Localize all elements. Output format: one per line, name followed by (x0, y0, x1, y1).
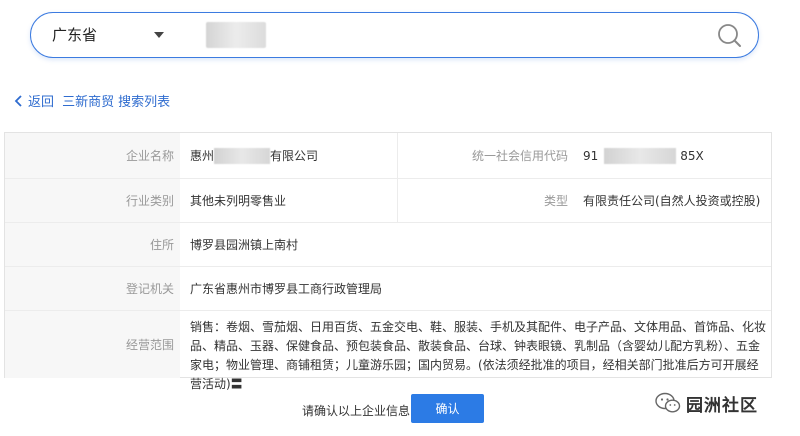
breadcrumb: 返回 三新商贸 搜索列表 (13, 91, 170, 110)
company-info-table: 企业名称 惠州 有限公司 统一社会信用代码 91 85X 行业类别 其他未列明零售业… (4, 132, 772, 391)
company-crumb[interactable]: 三新商贸 (62, 95, 114, 110)
search-input[interactable] (206, 22, 266, 48)
industry-value: 其他未列明零售业 (190, 194, 287, 208)
address-value: 博罗县园洲镇上南村 (190, 238, 299, 252)
search-bar: 广东省 (30, 12, 759, 58)
province-value: 广东省 (52, 26, 98, 44)
company-name-label: 企业名称 (5, 133, 180, 178)
table-row: 住所 博罗县园洲镇上南村 (5, 223, 771, 267)
credit-code-label: 统一社会信用代码 (398, 133, 574, 178)
company-type-label: 类型 (398, 179, 574, 222)
chevron-left-icon (14, 95, 22, 107)
company-name-value: 惠州 有限公司 (190, 133, 318, 178)
authority-label: 登记机关 (5, 267, 180, 310)
redaction-mask (604, 147, 677, 164)
table-row: 经营范围 销售：卷烟、雪茄烟、日用百货、五金交电、鞋、服装、手机及其配件、电子产… (5, 311, 771, 391)
table-row: 行业类别 其他未列明零售业 类型 有限责任公司(自然人投资或控股) (5, 179, 771, 223)
authority-value: 广东省惠州市博罗县工商行政管理局 (190, 282, 383, 296)
redaction-mask (214, 147, 271, 164)
table-row: 登记机关 广东省惠州市博罗县工商行政管理局 (5, 267, 771, 311)
table-row: 企业名称 惠州 有限公司 统一社会信用代码 91 85X (5, 133, 771, 179)
business-scope-label: 经营范围 (5, 311, 180, 378)
search-list-link[interactable]: 搜索列表 (118, 95, 170, 110)
confirm-prompt: 请确认以上企业信息 (302, 404, 411, 418)
address-label: 住所 (5, 223, 180, 266)
back-link[interactable]: 返回 (13, 95, 58, 110)
watermark-text: 园洲社区 (686, 395, 758, 416)
credit-code-prefix: 91 (583, 148, 599, 163)
wechat-icon (655, 392, 681, 413)
company-type-value: 有限责任公司(自然人投资或控股) (583, 194, 761, 208)
industry-label: 行业类别 (5, 179, 180, 222)
confirm-button[interactable]: 确认 (411, 394, 484, 423)
credit-code-value: 91 85X (583, 133, 704, 178)
province-select[interactable]: 广东省 (52, 23, 182, 47)
business-scope-value: 销售：卷烟、雪茄烟、日用百货、五金交电、鞋、服装、手机及其配件、电子产品、文体用… (190, 320, 767, 391)
company-name-suffix: 有限公司 (270, 149, 319, 163)
back-label: 返回 (28, 95, 55, 110)
credit-code-suffix: 85X (680, 148, 704, 163)
company-name-prefix: 惠州 (190, 149, 215, 163)
watermark: 园洲社区 (655, 388, 758, 418)
caret-down-icon (154, 32, 164, 38)
search-icon[interactable] (715, 21, 745, 51)
